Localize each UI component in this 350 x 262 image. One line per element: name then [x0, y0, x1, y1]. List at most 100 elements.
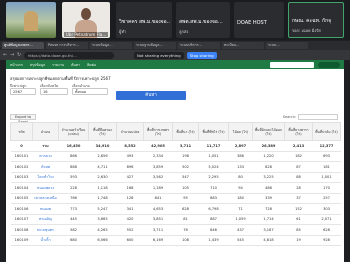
- user-menu[interactable]: [318, 61, 340, 68]
- table-cell: 1,220: [252, 151, 285, 162]
- back-arrow-icon[interactable]: ←: [3, 52, 8, 58]
- participant-video-tile[interactable]: DOAE HOST: [234, 2, 284, 38]
- browser-tab[interactable]: ศูนย์ข้อมูลเกษตร…: [2, 42, 44, 49]
- table-row[interactable]: 160102 ห้วยพ 868 4,711 896 3,859 502 5,024 133 82…: [10, 161, 341, 173]
- participant-subtitle: รอก: เฉลย มิ่งจิก: [292, 28, 322, 33]
- table-cell: 2,295: [198, 172, 229, 183]
- table-cell: 105: [172, 182, 199, 194]
- stop-sharing-button[interactable]: Stop sharing: [186, 51, 217, 59]
- table-cell[interactable]: ตากลวง: [32, 151, 59, 162]
- column-header[interactable]: พื้นที่ผักและไม้ดอก (ไร่): [252, 122, 285, 141]
- table-cell[interactable]: ทะเลชุบศร: [32, 224, 59, 236]
- table-cell[interactable]: โคกสำโรง: [32, 172, 59, 183]
- table-row[interactable]: 160105 เขาหลวงเหนือ 766 1,748 128 841 95 883 180…: [10, 193, 341, 204]
- table-cell: 3,167: [252, 224, 285, 236]
- participant-subtitle: ลูกส่ง: [179, 29, 189, 34]
- table-cell[interactable]: ห้วยพ: [32, 161, 59, 173]
- column-header[interactable]: พื้นที่ยางพารา (ไร่): [284, 122, 313, 141]
- search-button[interactable]: ค้นหา: [116, 91, 186, 100]
- participant-name: Ubr Petnatrum Fia…: [64, 32, 109, 37]
- participant-video-tile[interactable]: Ubr Petnatrum Fia…: [62, 2, 110, 38]
- browser-tab[interactable]: ระบบบริหาร…: [178, 42, 220, 49]
- column-header[interactable]: รหัส: [10, 122, 33, 141]
- table-cell: 693: [312, 151, 341, 162]
- column-header[interactable]: จำนวนแปลง: [116, 122, 144, 141]
- active-speaker-tile[interactable]: กษณ. คะฉท. กักจุ รอก: เฉลย มิ่งจิก: [288, 2, 344, 38]
- column-header[interactable]: พื้นที่พืชไร่ (ไร่): [198, 122, 229, 141]
- table-row[interactable]: 160103 โคกสำโรง 593 2,630 427 3,562 547 2,295 80…: [10, 172, 341, 183]
- table-cell: 71: [228, 203, 253, 215]
- table-cell: 582: [58, 224, 89, 236]
- table-row[interactable]: 160106 หนองพ 773 5,247 341 4,653 628 6,798 71 728…: [10, 203, 341, 215]
- nav-item[interactable]: หน้าแรก: [10, 62, 23, 68]
- column-header[interactable]: จำนวนครัวเรือน (แปลง): [58, 122, 89, 141]
- table-cell: 80: [228, 172, 253, 183]
- table-cell[interactable]: ท่าเผอิญ: [32, 214, 59, 225]
- table-cell: 133: [228, 161, 253, 173]
- table-cell[interactable]: รวม: [32, 140, 59, 152]
- nav-item[interactable]: รายงาน: [52, 62, 64, 68]
- table-cell: 160105: [10, 193, 33, 204]
- page-title: สรุปผลการเพาะปลูกพืชแยกตามพื้นที่ ปีการเ…: [10, 76, 111, 81]
- export-excel-button[interactable]: Export to Excel: [10, 114, 36, 124]
- table-cell: 846: [198, 224, 229, 236]
- table-cell: 341: [116, 203, 144, 215]
- browser-tab[interactable]: ระบบข้อมูล…: [90, 42, 132, 49]
- participant-video-tile[interactable]: [6, 2, 56, 38]
- participant-name: วิชาคคร สพ.ม.ของจอ…: [119, 19, 170, 25]
- table-cell: 160104: [10, 182, 33, 194]
- table-cell: 11,717: [198, 140, 229, 152]
- table-cell: 182: [284, 151, 313, 162]
- table-cell: 486: [252, 182, 285, 194]
- table-cell: 866: [58, 151, 89, 162]
- table-cell: 710: [198, 182, 229, 194]
- browser-address-bar: ← → ↻ https://data.doae.go.th/… Not shar…: [0, 50, 350, 60]
- table-row[interactable]: 0 รวม 16,450 34,910 8,552 42,905 3,711 11,717 2,…: [10, 140, 341, 152]
- table-cell: 160103: [10, 172, 33, 183]
- table-cell: 545: [228, 235, 253, 246]
- year-select[interactable]: 2567: [10, 88, 36, 95]
- table-cell: 4,711: [88, 161, 117, 173]
- nav-item[interactable]: ติดต่อ: [87, 62, 96, 68]
- table-cell: 728: [252, 203, 285, 215]
- meeting-participant-strip: Ubr Petnatrum Fia… วิชาคคร สพ.ม.ของจอ… ผ…: [0, 0, 350, 40]
- table-cell: 552: [116, 224, 144, 236]
- table-cell: 152: [284, 203, 313, 215]
- nav-item[interactable]: ค้นหา: [71, 62, 80, 68]
- column-header[interactable]: พื้นที่ถือครอง (ไร่): [88, 122, 117, 141]
- participant-video-tile[interactable]: วิชาคคร สพ.ม.ของจอ… ผู้ทำ: [116, 2, 172, 38]
- table-cell[interactable]: หนองพลวง: [32, 182, 59, 194]
- table-cell: 600: [116, 235, 144, 246]
- table-cell: 160109: [10, 235, 33, 246]
- table-row[interactable]: 160108 ทะเลชุบศร 582 4,265 552 3,711 76 846 437 3…: [10, 224, 341, 236]
- province-select[interactable]: 16: [40, 88, 68, 95]
- forward-arrow-icon[interactable]: →: [10, 52, 15, 58]
- district-select[interactable]: ทั้งหมด: [72, 88, 108, 95]
- site-nav-bar: หน้าแรก สรุปข้อมูล รายงาน ค้นหา ติดต่อ: [6, 60, 344, 69]
- reload-icon[interactable]: ↻: [17, 52, 22, 58]
- column-header[interactable]: พื้นที่ปาล์ม (ไร่): [312, 122, 341, 141]
- table-cell: 4,818: [252, 235, 285, 246]
- table-cell[interactable]: เขาหลวงเหนือ: [32, 193, 59, 204]
- table-row[interactable]: 160104 หนองพลวง 228 1,118 168 1,189 105 710 94 48…: [10, 182, 341, 194]
- participant-video-tile[interactable]: สพต.สพ.ม.ของจอ… ลูกส่ง: [176, 2, 230, 38]
- table-cell: 37: [284, 193, 313, 204]
- column-header[interactable]: อำเภอ: [32, 122, 59, 141]
- table-row[interactable]: 160107 ท่าเผอิญ 445 3,665 420 3,851 81 887 1,059…: [10, 214, 341, 225]
- table-row[interactable]: 160101 ตากลวง 866 2,656 493 2,334 198 1,051 386 1…: [10, 151, 341, 162]
- landscape-thumbnail: [24, 11, 38, 31]
- browser-tab[interactable]: ระบบ…: [266, 42, 308, 49]
- table-row[interactable]: 160109 น้ำเกิ้ก 680 6,066 600 6,169 108 1,439 54…: [10, 235, 341, 246]
- browser-tab[interactable]: ทะเบียน…: [222, 42, 264, 49]
- browser-tab[interactable]: Pause การบริหาร…: [46, 42, 88, 49]
- column-header[interactable]: พื้นที่การเกษตร (ไร่): [143, 122, 173, 141]
- column-header[interactable]: พื้นที่นา (ไร่): [172, 122, 199, 141]
- nav-item[interactable]: สรุปข้อมูล: [30, 62, 45, 68]
- table-search-input[interactable]: [298, 114, 338, 120]
- table-cell[interactable]: น้ำเกิ้ก: [32, 235, 59, 246]
- column-header[interactable]: ไม้ผล (ไร่): [228, 122, 253, 141]
- browser-tab[interactable]: ระบบฐานข้อมูล…: [134, 42, 176, 49]
- table-cell[interactable]: หนองพ: [32, 203, 59, 215]
- table-cell: 160108: [10, 224, 33, 236]
- url-field[interactable]: https://data.doae.go.th/…: [24, 51, 114, 59]
